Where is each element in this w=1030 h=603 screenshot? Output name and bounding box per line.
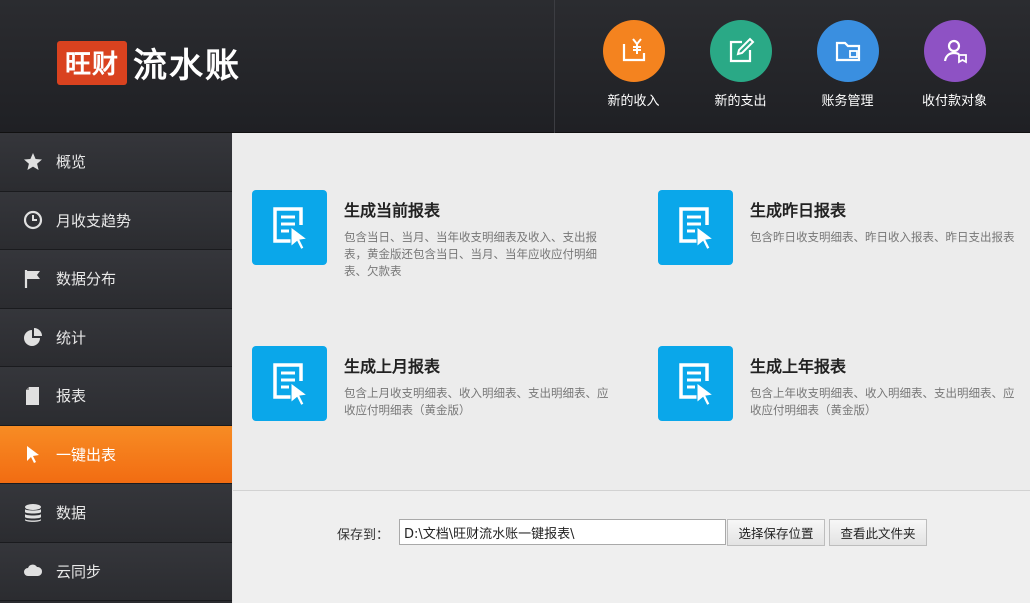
pie-icon: [22, 326, 44, 348]
report-title: 生成上年报表: [750, 357, 847, 376]
report-panel: 生成当前报表 包含当日、当月、当年收支明细表及收入、支出报表，黄金版还包含当日、…: [233, 133, 1030, 490]
generate-last-month-report-card[interactable]: 生成上月报表 包含上月收支明细表、收入明细表、支出明细表、应收应付明细表（黄金版…: [252, 346, 612, 421]
sidebar-item-monthly-trend[interactable]: 月收支趋势: [0, 191, 232, 250]
report-description: 包含当日、当月、当年收支明细表及收入、支出报表，黄金版还包含当日、当月、当年应收…: [344, 230, 597, 278]
app-header: 旺财 流水账 新的收入 新的支出 账务管理 收付款对象: [0, 0, 1030, 133]
report-generate-icon: [252, 190, 327, 265]
sidebar-item-data[interactable]: 数据: [0, 484, 232, 543]
edit-icon: [709, 20, 772, 82]
sidebar-item-label: 概览: [56, 153, 87, 172]
account-management-label: 账务管理: [821, 94, 874, 109]
generate-yesterday-report-card[interactable]: 生成昨日报表 包含昨日收支明细表、昨日收入报表、昨日支出报表: [658, 190, 1018, 265]
contact-icon: [923, 20, 986, 82]
new-expense-button[interactable]: 新的支出: [687, 20, 794, 109]
sidebar-item-reports[interactable]: 报表: [0, 367, 232, 426]
sidebar-item-label: 数据分布: [56, 270, 117, 289]
sidebar-item-label: 统计: [56, 328, 87, 347]
new-income-button[interactable]: 新的收入: [580, 20, 687, 109]
report-generate-icon: [658, 346, 733, 421]
report-title: 生成当前报表: [344, 201, 441, 220]
sidebar-item-cloud-sync[interactable]: 云同步: [0, 542, 232, 601]
flag-icon: [22, 268, 44, 290]
sidebar-item-one-click-report[interactable]: 一键出表: [0, 425, 232, 484]
document-icon: [22, 385, 44, 407]
choose-save-location-button[interactable]: 选择保存位置: [727, 519, 825, 546]
new-income-label: 新的收入: [607, 94, 660, 109]
generate-current-report-card[interactable]: 生成当前报表 包含当日、当月、当年收支明细表及收入、支出报表，黄金版还包含当日、…: [252, 190, 612, 280]
income-icon: [602, 20, 665, 82]
generate-last-year-report-card[interactable]: 生成上年报表 包含上年收支明细表、收入明细表、支出明细表、应收应付明细表（黄金版…: [658, 346, 1018, 421]
sidebar-item-overview[interactable]: 概览: [0, 133, 232, 192]
sidebar-item-label: 云同步: [56, 562, 102, 581]
report-title: 生成昨日报表: [750, 201, 847, 220]
app-logo: 旺财 流水账: [57, 38, 241, 87]
new-expense-label: 新的支出: [714, 94, 767, 109]
logo-badge: 旺财: [57, 40, 127, 85]
sidebar-item-data-distribution[interactable]: 数据分布: [0, 250, 232, 309]
sidebar-item-label: 月收支趋势: [56, 211, 132, 230]
report-generate-icon: [252, 346, 327, 421]
save-to-label: 保存到：: [337, 528, 390, 543]
save-path-input[interactable]: [399, 519, 726, 545]
report-generate-icon: [658, 190, 733, 265]
cloud-icon: [22, 560, 44, 582]
clock-icon: [22, 209, 44, 231]
logo-name: 流水账: [133, 46, 241, 86]
account-management-button[interactable]: 账务管理: [794, 20, 901, 109]
folder-icon: [816, 20, 879, 82]
header-divider: [554, 0, 555, 133]
payee-label: 收付款对象: [921, 94, 987, 109]
quick-actions: 新的收入 新的支出 账务管理 收付款对象: [580, 20, 1008, 109]
sidebar: 概览 月收支趋势 数据分布 统计 报表 一键出表 数据 云同步: [0, 133, 232, 603]
sidebar-item-label: 一键出表: [56, 445, 117, 464]
sidebar-item-label: 报表: [56, 387, 87, 406]
save-location-bar: 保存到： 选择保存位置 查看此文件夹: [233, 490, 1030, 603]
sidebar-item-label: 数据: [56, 504, 87, 523]
database-icon: [22, 502, 44, 524]
report-description: 包含上月收支明细表、收入明细表、支出明细表、应收应付明细表（黄金版）: [344, 386, 609, 417]
report-title: 生成上月报表: [344, 357, 441, 376]
report-description: 包含上年收支明细表、收入明细表、支出明细表、应收应付明细表（黄金版）: [750, 386, 1015, 417]
star-icon: [22, 151, 44, 173]
payee-button[interactable]: 收付款对象: [901, 20, 1008, 109]
report-description: 包含昨日收支明细表、昨日收入报表、昨日支出报表: [750, 230, 1015, 244]
cursor-icon: [22, 443, 44, 465]
open-folder-button[interactable]: 查看此文件夹: [829, 519, 927, 546]
sidebar-item-statistics[interactable]: 统计: [0, 308, 232, 367]
